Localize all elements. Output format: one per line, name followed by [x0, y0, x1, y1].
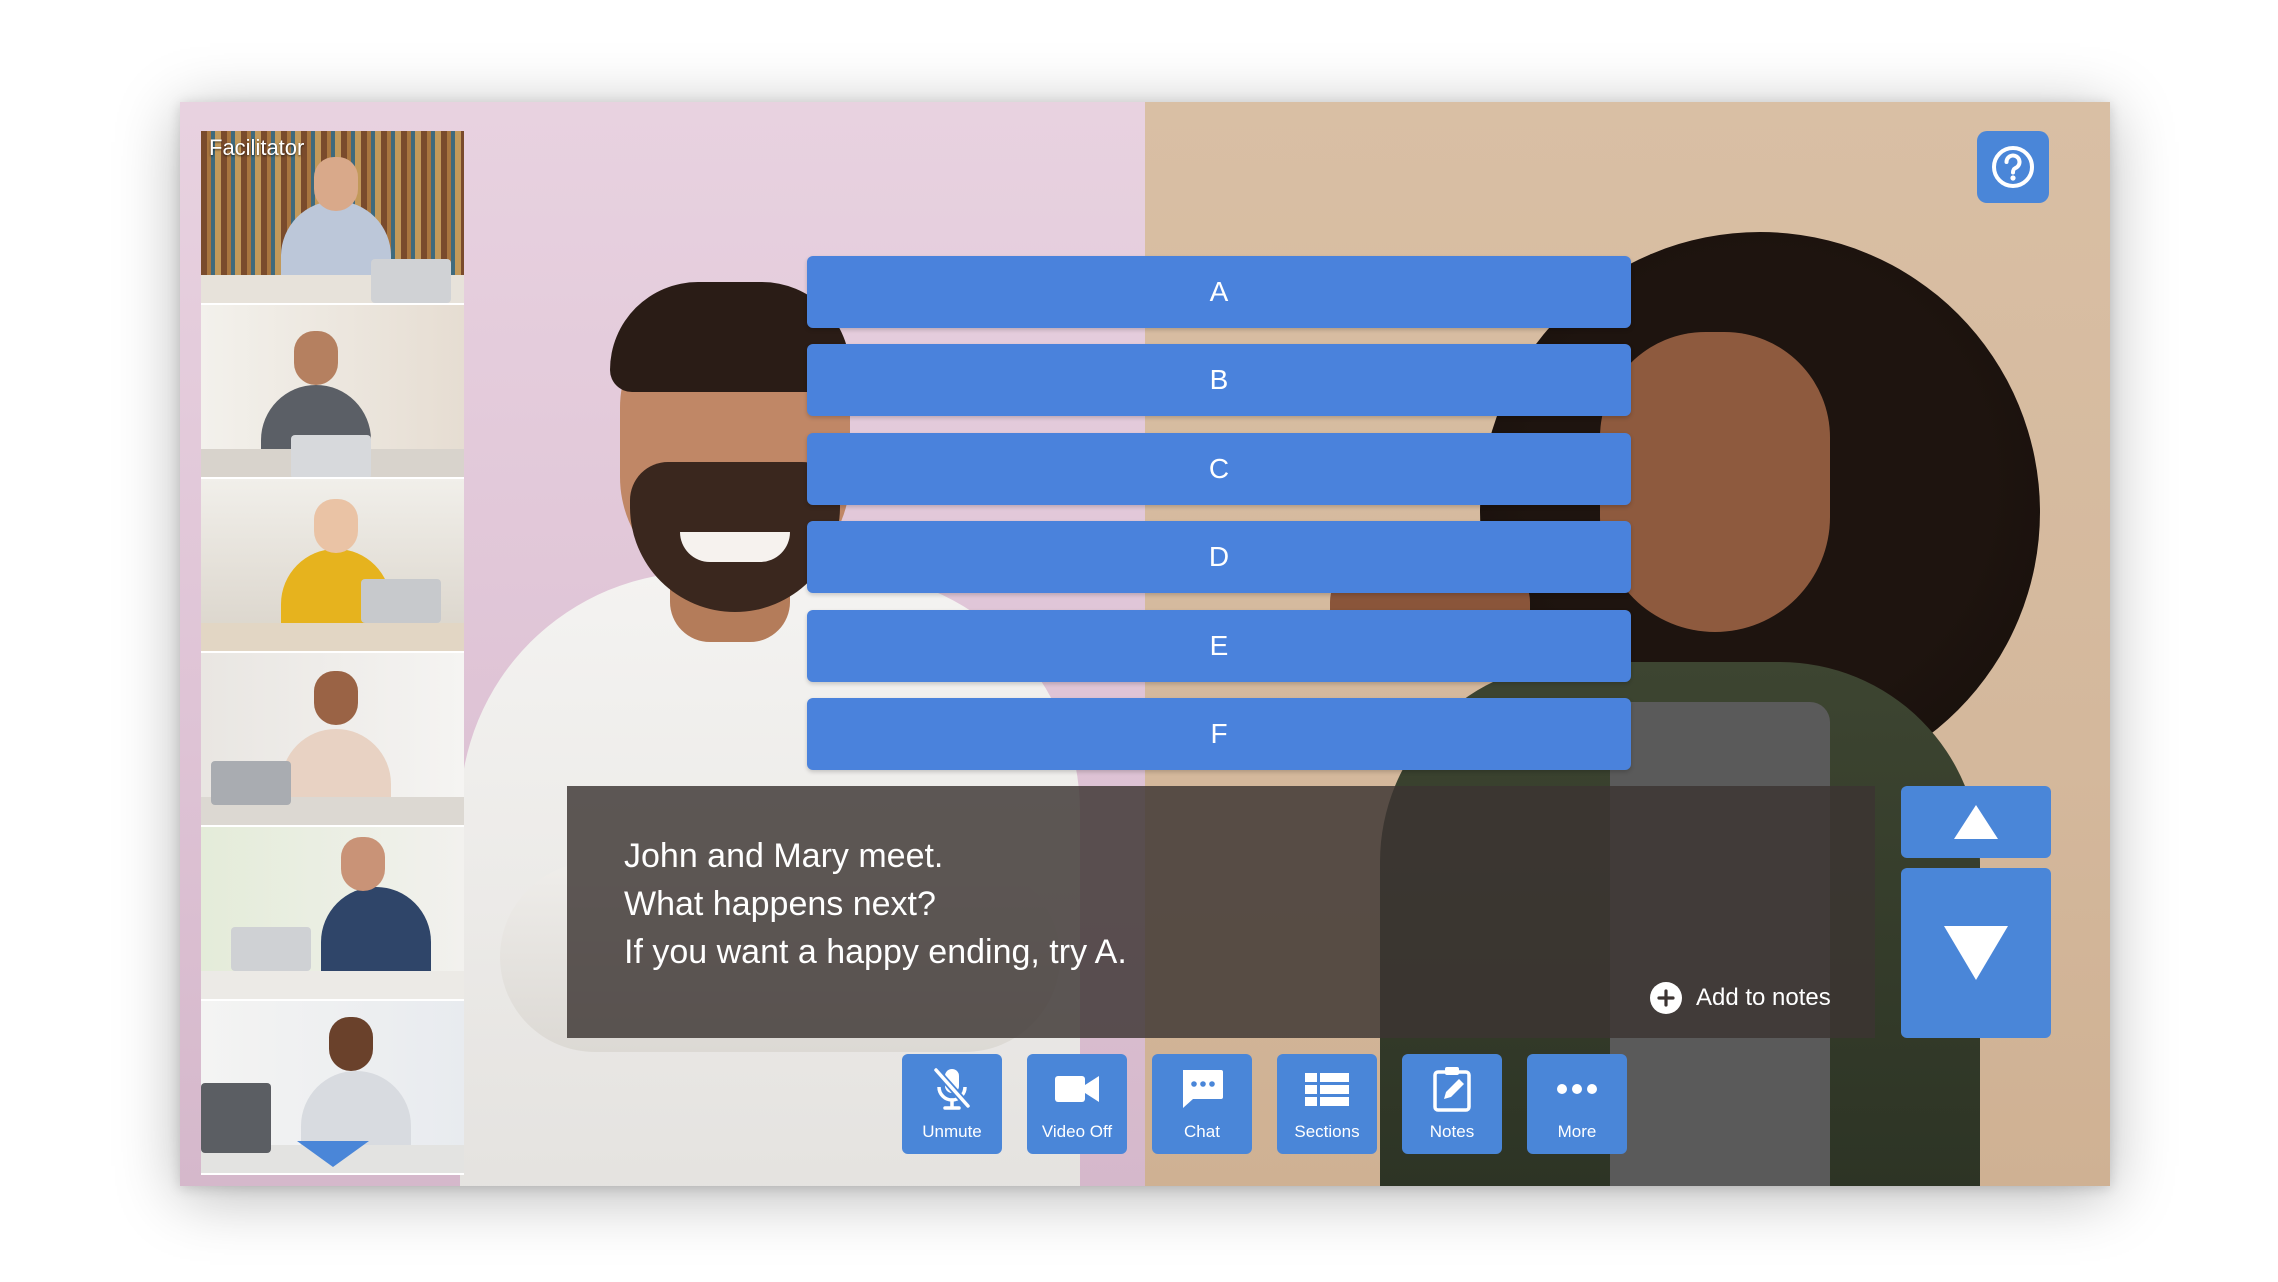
- woman-figure-head: [1600, 332, 1830, 632]
- caption-line: John and Mary meet.: [624, 837, 944, 875]
- sections-icon: [1303, 1066, 1351, 1112]
- help-icon: [1992, 146, 2034, 188]
- notes-label: Notes: [1429, 1122, 1475, 1141]
- add-to-notes-label: Add to notes: [1696, 984, 1831, 1011]
- participant-tile[interactable]: [201, 479, 464, 653]
- strip-scroll-down-arrow[interactable]: [297, 1141, 369, 1167]
- caption-scroll-down-button[interactable]: [1901, 868, 2051, 1038]
- video-session: Facilitator A B C D E F John and Mary me…: [180, 102, 2110, 1186]
- video-off-label: Video Off: [1041, 1122, 1113, 1141]
- more-label: More: [1557, 1122, 1597, 1141]
- caption-text: John and Mary meet. What happens next? I…: [624, 832, 1127, 976]
- video-camera-icon: [1053, 1066, 1101, 1112]
- unmute-label: Unmute: [922, 1122, 982, 1141]
- option-d-button[interactable]: D: [807, 521, 1631, 593]
- more-button[interactable]: More: [1527, 1054, 1627, 1154]
- caption-panel: John and Mary meet. What happens next? I…: [567, 786, 1875, 1038]
- caption-scroll-up-button[interactable]: [1901, 786, 2051, 858]
- arrow-down-icon: [1944, 926, 2008, 980]
- mic-off-icon: [928, 1066, 976, 1112]
- caption-line: What happens next?: [624, 885, 936, 923]
- plus-circle-icon: [1650, 982, 1682, 1014]
- participant-tile[interactable]: [201, 305, 464, 479]
- option-e-button[interactable]: E: [807, 610, 1631, 682]
- man-figure-smile: [680, 532, 790, 562]
- facilitator-label: Facilitator: [209, 135, 305, 160]
- option-b-button[interactable]: B: [807, 344, 1631, 416]
- participant-tile[interactable]: [201, 653, 464, 827]
- video-off-button[interactable]: Video Off: [1027, 1054, 1127, 1154]
- participant-tile[interactable]: [201, 827, 464, 1001]
- sections-button[interactable]: Sections: [1277, 1054, 1377, 1154]
- sections-label: Sections: [1294, 1122, 1360, 1141]
- option-a-button[interactable]: A: [807, 256, 1631, 328]
- unmute-button[interactable]: Unmute: [902, 1054, 1002, 1154]
- chat-label: Chat: [1184, 1122, 1220, 1141]
- caption-line: If you want a happy ending, try A.: [624, 933, 1127, 971]
- arrow-up-icon: [1954, 805, 1998, 839]
- notes-button[interactable]: Notes: [1402, 1054, 1502, 1154]
- participant-tile-facilitator[interactable]: Facilitator: [201, 131, 464, 305]
- option-c-button[interactable]: C: [807, 433, 1631, 505]
- option-f-button[interactable]: F: [807, 698, 1631, 770]
- chat-button[interactable]: Chat: [1152, 1054, 1252, 1154]
- notes-icon: [1428, 1066, 1476, 1112]
- help-button[interactable]: [1977, 131, 2049, 203]
- more-icon: [1553, 1066, 1601, 1112]
- chat-icon: [1178, 1066, 1226, 1112]
- add-to-notes-button[interactable]: Add to notes: [1650, 982, 1831, 1014]
- participant-strip: Facilitator: [201, 131, 464, 1179]
